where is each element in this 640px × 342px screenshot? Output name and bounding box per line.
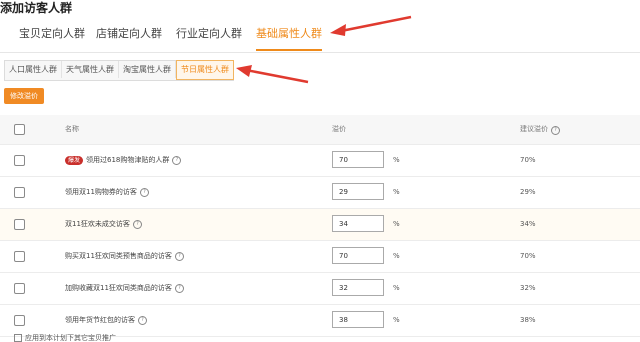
bid-input[interactable]: 70 (332, 151, 384, 168)
annotation-arrow-2 (236, 65, 309, 84)
tab-shop-targeting[interactable]: 店铺定向人群 (96, 16, 162, 51)
row-checkbox[interactable] (14, 315, 25, 326)
suggested-bid: 38% (520, 316, 536, 324)
percent-unit: % (393, 284, 400, 292)
header-bid: 溢价 (332, 125, 346, 133)
tab-industry-targeting[interactable]: 行业定向人群 (176, 16, 242, 51)
bid-input[interactable]: 38 (332, 311, 384, 328)
table-row: 双11狂欢未成交访客? 34 % 34% (0, 209, 640, 241)
apply-checkbox[interactable] (14, 334, 22, 342)
bid-input[interactable]: 34 (332, 215, 384, 232)
suggested-bid: 70% (520, 156, 536, 164)
help-icon[interactable]: ? (172, 156, 182, 165)
row-checkbox[interactable] (14, 219, 25, 230)
subtab-weather[interactable]: 天气属性人群 (62, 61, 119, 78)
bid-input[interactable]: 70 (332, 247, 384, 264)
row-checkbox[interactable] (14, 187, 25, 198)
subtab-holiday[interactable]: 节日属性人群 (176, 60, 234, 80)
subtab-bar: 人口属性人群 天气属性人群 淘宝属性人群 节日属性人群 (4, 60, 234, 81)
percent-unit: % (393, 156, 400, 164)
help-icon[interactable]: ? (138, 316, 147, 325)
crowd-name: 加购收藏双11狂欢同类商品的访客? (65, 273, 184, 304)
subtab-population[interactable]: 人口属性人群 (5, 61, 62, 78)
percent-unit: % (393, 188, 400, 196)
header-name: 名称 (65, 125, 79, 133)
tab-basic-attributes[interactable]: 基础属性人群 (256, 16, 322, 51)
suggested-bid: 70% (520, 252, 536, 260)
suggested-bid: 34% (520, 220, 536, 228)
table-header: 名称 溢价 建议溢价? (0, 115, 640, 145)
annotation-arrow-1 (330, 15, 412, 36)
table-row: 购买双11狂欢同类预售商品的访客? 70 % 70% (0, 241, 640, 273)
table-row: 爆发 领用过618购物津贴的人群? 70 % 70% (0, 145, 640, 177)
table-row: 领用年货节红包的访客? 38 % 38% (0, 305, 640, 337)
help-icon[interactable]: ? (551, 126, 560, 135)
modify-bid-button[interactable]: 修改溢价 (4, 88, 44, 104)
table-row: 加购收藏双11狂欢同类商品的访客? 32 % 32% (0, 273, 640, 305)
suggested-bid: 32% (520, 284, 536, 292)
tab-bar: 宝贝定向人群 店铺定向人群 行业定向人群 基础属性人群 (0, 16, 640, 53)
row-checkbox[interactable] (14, 251, 25, 262)
help-icon[interactable]: ? (139, 188, 149, 197)
crowd-name: 购买双11狂欢同类预售商品的访客? (65, 241, 184, 272)
tab-item-targeting[interactable]: 宝贝定向人群 (19, 16, 85, 51)
hot-tag: 爆发 (65, 156, 84, 165)
row-checkbox[interactable] (14, 155, 25, 166)
percent-unit: % (393, 220, 400, 228)
suggested-bid: 29% (520, 188, 536, 196)
percent-unit: % (393, 252, 400, 260)
crowd-name: 领用双11购物券的访客? (65, 177, 149, 208)
crowd-name: 领用年货节红包的访客? (65, 305, 147, 336)
subtab-taobao[interactable]: 淘宝属性人群 (119, 61, 176, 78)
page-title: 添加访客人群 (0, 1, 73, 15)
crowd-name: 双11狂欢未成交访客? (65, 209, 142, 240)
table-row: 领用双11购物券的访客? 29 % 29% (0, 177, 640, 209)
bid-input[interactable]: 32 (332, 279, 384, 296)
apply-to-plan-option[interactable]: 应用到本计划下其它宝贝推广 (14, 334, 116, 342)
crowd-name: 爆发 领用过618购物津贴的人群? (65, 145, 182, 176)
bid-input[interactable]: 29 (332, 183, 384, 200)
help-icon[interactable]: ? (174, 252, 184, 261)
header-suggest: 建议溢价? (520, 115, 560, 144)
select-all-checkbox[interactable] (14, 124, 25, 135)
apply-label: 应用到本计划下其它宝贝推广 (25, 334, 116, 342)
help-icon[interactable]: ? (132, 220, 142, 229)
row-checkbox[interactable] (14, 283, 25, 294)
percent-unit: % (393, 316, 400, 324)
help-icon[interactable]: ? (174, 284, 184, 293)
